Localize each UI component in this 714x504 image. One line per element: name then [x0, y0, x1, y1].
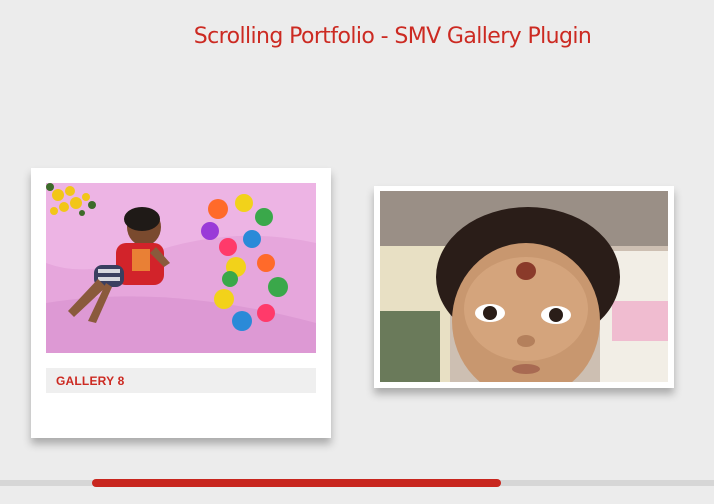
gallery-photo[interactable] [380, 191, 668, 382]
gallery-card[interactable]: GALLERY 8 [31, 168, 331, 438]
gallery-caption-bar[interactable]: GALLERY 8 [46, 368, 316, 393]
page-title: Scrolling Portfolio - SMV Gallery Plugin [193, 24, 592, 49]
portfolio-page: Scrolling Portfolio - SMV Gallery Plugin [0, 0, 714, 504]
gallery-card[interactable] [374, 186, 674, 388]
gallery-caption[interactable]: GALLERY 8 [56, 374, 124, 388]
scrollbar-thumb[interactable] [92, 479, 501, 487]
gallery-photo[interactable] [46, 183, 316, 353]
